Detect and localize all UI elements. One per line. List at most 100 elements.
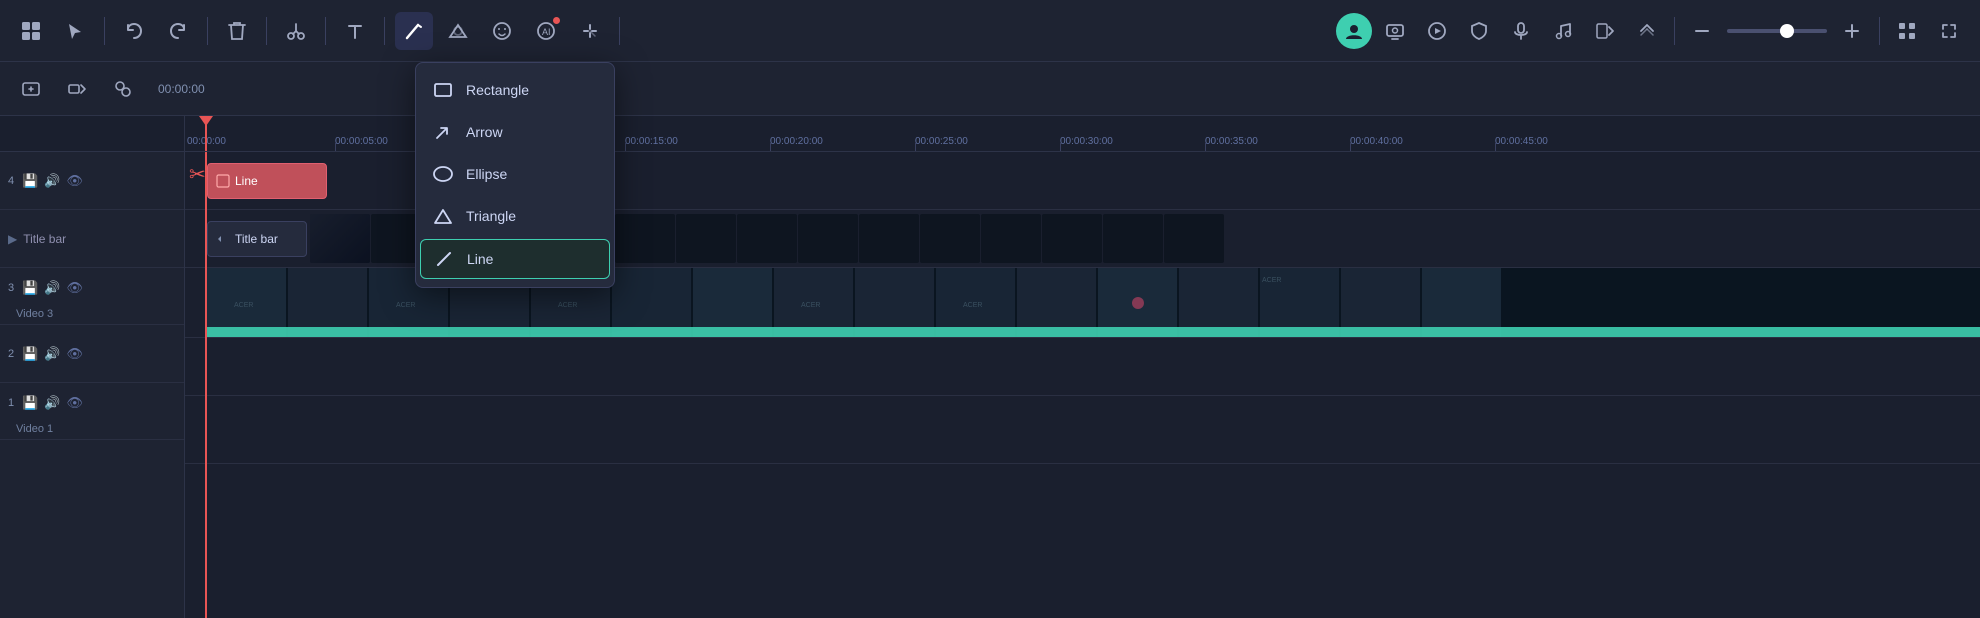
shape-item-rectangle-label: Rectangle: [466, 82, 529, 98]
shape-item-rectangle[interactable]: Rectangle: [416, 69, 614, 111]
delete-button[interactable]: [218, 12, 256, 50]
text-button[interactable]: [336, 12, 374, 50]
shape-item-triangle-label: Triangle: [466, 208, 516, 224]
ruler-spacer: [0, 116, 184, 152]
svg-text:ACER: ACER: [801, 302, 820, 309]
extract-button[interactable]: [1586, 12, 1624, 50]
svg-text:AI: AI: [542, 27, 551, 37]
ruler-mark-8: 00:00:45:00: [1495, 136, 1548, 147]
track-num-1: 1: [8, 397, 14, 409]
svg-text:ACER: ACER: [1262, 277, 1281, 284]
svg-text:ACER: ACER: [558, 302, 577, 309]
track-video1-label-group: 1 💾 🔊 👁 Video 1: [0, 383, 184, 440]
ruler-tick-7: [1350, 143, 1351, 151]
track-video3-name-label: Video 3: [0, 308, 184, 324]
track-num-4: 4: [8, 175, 14, 187]
draw-button[interactable]: [395, 12, 433, 50]
redo-button[interactable]: [159, 12, 197, 50]
top-toolbar: AI: [0, 0, 1980, 62]
ai-button[interactable]: AI: [527, 12, 565, 50]
ruler-tick-4: [915, 143, 916, 151]
layout-button[interactable]: [12, 12, 50, 50]
shape-item-line[interactable]: Line: [420, 239, 610, 279]
more-tools-button[interactable]: [571, 12, 609, 50]
zoom-slider[interactable]: [1727, 29, 1827, 33]
cursor-button[interactable]: [56, 12, 94, 50]
zoom-in-button[interactable]: [1833, 12, 1871, 50]
replace-button[interactable]: [1628, 12, 1666, 50]
rectangle-icon: [432, 79, 454, 101]
ruler-tick-8: [1495, 143, 1496, 151]
zoom-area: [1683, 12, 1871, 50]
svg-text:ACER: ACER: [234, 302, 253, 309]
ruler-mark-3: 00:00:20:00: [770, 136, 823, 147]
zoom-thumb: [1780, 24, 1794, 38]
add-audio-track-button[interactable]: [58, 70, 96, 108]
track-row-2: [185, 338, 1980, 396]
track3-save-icon[interactable]: 💾: [22, 280, 38, 296]
shape-item-triangle[interactable]: Triangle: [416, 195, 614, 237]
music-button[interactable]: [1544, 12, 1582, 50]
time-display-area: 00:00:00: [158, 82, 205, 96]
current-time-label: 00:00:00: [158, 82, 205, 96]
ruler-mark-5: 00:00:30:00: [1060, 136, 1113, 147]
playhead-ruler: [205, 116, 207, 151]
arrow-icon: [432, 121, 454, 143]
shape-item-line-label: Line: [467, 251, 493, 267]
playhead-arrow: [199, 116, 213, 126]
track-num-2: 2: [8, 348, 14, 360]
divider-2: [207, 17, 208, 45]
clip-line-label: Line: [235, 174, 258, 188]
track1-save-icon[interactable]: 💾: [22, 395, 38, 411]
ruler-tick-5: [1060, 143, 1061, 151]
track-label-4: 4 💾 🔊 👁: [0, 152, 184, 210]
cut-button[interactable]: [277, 12, 315, 50]
track2-audio-icon[interactable]: 🔊: [44, 346, 60, 362]
ruler-mark-4: 00:00:25:00: [915, 136, 968, 147]
ruler-mark-7: 00:00:40:00: [1350, 136, 1403, 147]
track4-eye-icon[interactable]: 👁: [67, 173, 84, 189]
sticker-button[interactable]: [483, 12, 521, 50]
ruler-tick-2: [625, 143, 626, 151]
track-label-titlebar: ▶ Title bar: [0, 210, 184, 268]
trackbar-icon: ▶: [8, 232, 17, 246]
avatar-button[interactable]: [1336, 13, 1372, 49]
zoom-out-button[interactable]: [1683, 12, 1721, 50]
ruler-mark-1: 00:00:05:00: [335, 136, 388, 147]
expand-button[interactable]: [1930, 12, 1968, 50]
svg-text:ACER: ACER: [963, 302, 982, 309]
divider-7: [1674, 17, 1675, 45]
track-row-1: [185, 396, 1980, 464]
mic-button[interactable]: [1502, 12, 1540, 50]
divider-6: [619, 17, 620, 45]
track3-eye-icon[interactable]: 👁: [67, 280, 84, 296]
clip-line[interactable]: Line: [207, 163, 327, 199]
divider-8: [1879, 17, 1880, 45]
add-track-button[interactable]: [12, 70, 50, 108]
track3-audio-icon[interactable]: 🔊: [44, 280, 60, 296]
track4-audio-icon[interactable]: 🔊: [44, 173, 60, 189]
add-special-button[interactable]: [104, 70, 142, 108]
track-label-2: 2 💾 🔊 👁: [0, 325, 184, 383]
track1-eye-icon[interactable]: 👁: [67, 395, 84, 411]
track4-save-icon[interactable]: 💾: [22, 173, 38, 189]
shapes-button[interactable]: [439, 12, 477, 50]
clip-titlebar-label: Title bar: [235, 232, 278, 246]
triangle-icon: [432, 205, 454, 227]
undo-button[interactable]: [115, 12, 153, 50]
shape-item-arrow[interactable]: Arrow: [416, 111, 614, 153]
screen-record-button[interactable]: [1376, 12, 1414, 50]
track2-save-icon[interactable]: 💾: [22, 346, 38, 362]
track1-audio-icon[interactable]: 🔊: [44, 395, 60, 411]
ellipse-icon: [432, 163, 454, 185]
shape-item-ellipse[interactable]: Ellipse: [416, 153, 614, 195]
divider-4: [325, 17, 326, 45]
ruler-tick-1: [335, 143, 336, 151]
ruler-tick-3: [770, 143, 771, 151]
line-shape-icon: [433, 248, 455, 270]
play-button[interactable]: [1418, 12, 1456, 50]
shield-button[interactable]: [1460, 12, 1498, 50]
clip-titlebar[interactable]: Title bar: [207, 221, 307, 257]
track2-eye-icon[interactable]: 👁: [67, 346, 84, 362]
grid-view-button[interactable]: [1888, 12, 1926, 50]
